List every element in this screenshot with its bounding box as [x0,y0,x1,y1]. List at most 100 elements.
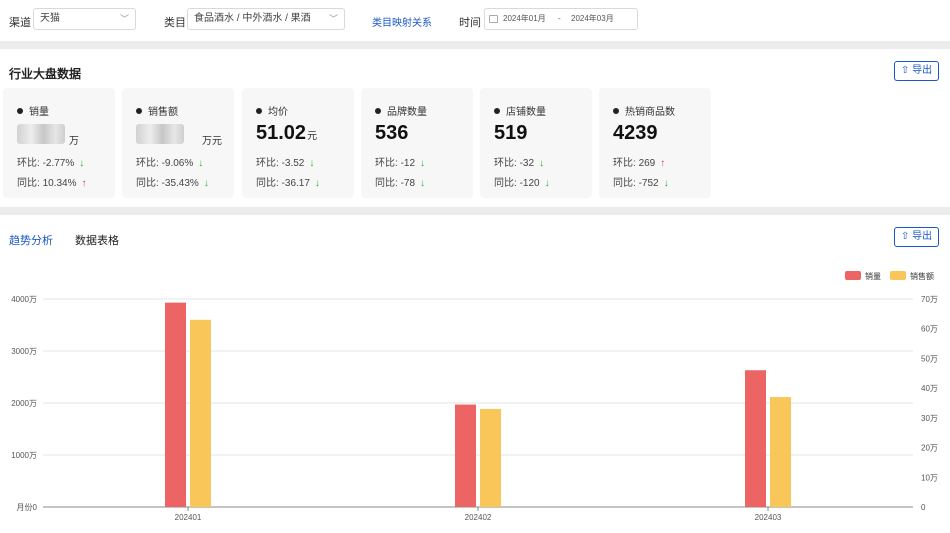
y-right-tick-label: 30万 [921,414,938,423]
category-select-value: 食品酒水 / 中外酒水 / 果酒 [194,13,311,24]
filter-bar: 渠道 天猫 ﹀ 类目 食品酒水 / 中外酒水 / 果酒 ﹀ 类目映射关系 时间 … [0,0,950,40]
metric-title: 店铺数量 [494,103,546,118]
channel-label: 渠道 [9,17,31,29]
bullet-icon [136,108,142,114]
yoy-change: 同比: -78 ↓ [375,178,426,189]
metric-card: 销量万环比: -2.77% ↓ 同比: 10.34% ↑ [3,88,115,198]
y-right-tick-label: 60万 [921,325,938,334]
bar-sales-amount [770,397,791,507]
metric-value: 536 [375,122,409,144]
yoy-change: 同比: -36.17 ↓ [256,178,320,189]
arrow-down-icon: ↓ [79,158,85,169]
date-start[interactable]: 2024年01月 [503,9,546,29]
y-right-tick-label: 0 [921,503,926,512]
metric-value: 51.02元 [256,122,318,144]
arrow-up-icon: ↑ [660,158,666,169]
trend-export-button[interactable]: ⇧ 导出 [894,227,939,247]
y-left-tick-label: 3000万 [11,347,37,356]
mom-change: 环比: -12 ↓ [375,158,426,169]
export-icon: ⇧ [900,65,910,76]
legend-swatch [845,271,861,280]
bar-sales-volume [165,302,186,507]
y-right-tick-label: 10万 [921,473,938,482]
metric-value: 519 [494,122,528,144]
mom-change: 环比: -3.52 ↓ [256,158,315,169]
metric-title: 销售额 [136,103,178,118]
arrow-up-icon: ↑ [81,178,87,189]
metric-card: 均价 51.02元环比: -3.52 ↓ 同比: -36.17 ↓ [242,88,354,198]
metric-unit: 万元 [202,136,222,147]
yoy-change: 同比: -752 ↓ [613,178,669,189]
bullet-icon [613,108,619,114]
bar-sales-amount [480,408,501,507]
y-left-tick-label: 1000万 [11,451,37,460]
section-divider [0,41,950,49]
time-label: 时间 [459,17,481,29]
calendar-icon [489,15,498,23]
channel-select[interactable]: 天猫 ﹀ [33,8,136,30]
metric-card: 店铺数量 519 环比: -32 ↓ 同比: -120 ↓ [480,88,592,198]
arrow-down-icon: ↓ [544,178,550,189]
metric-card: 品牌数量 536 环比: -12 ↓ 同比: -78 ↓ [361,88,473,198]
metric-title: 品牌数量 [375,103,427,118]
y-right-tick-label: 70万 [921,295,938,304]
x-tick-label: 202401 [175,513,202,522]
section-divider [0,207,950,215]
category-select[interactable]: 食品酒水 / 中外酒水 / 果酒 ﹀ [187,8,345,30]
mom-change: 环比: -32 ↓ [494,158,545,169]
metric-unit: 万 [69,136,79,147]
date-separator: - [558,14,561,23]
date-range-picker[interactable]: 2024年01月 - 2024年03月 [484,8,638,30]
chevron-down-icon: ﹀ [119,14,129,24]
bullet-icon [256,108,262,114]
export-icon: ⇧ [900,231,910,242]
arrow-down-icon: ↓ [198,158,204,169]
blurred-value [136,124,184,144]
metric-title: 销量 [17,103,49,118]
bar-sales-amount [190,319,211,507]
mom-change: 环比: -2.77% ↓ [17,158,85,169]
category-mapping-link[interactable]: 类目映射关系 [372,14,432,29]
y-left-tick-label: 月份0 [17,502,38,512]
bullet-icon [494,108,500,114]
mom-change: 环比: -9.06% ↓ [136,158,204,169]
blurred-value [17,124,65,144]
tab-trend-analysis[interactable]: 趋势分析 [9,232,53,248]
category-label: 类目 [164,17,186,29]
trend-chart: 月份0 1000万 2000万 3000万 4000万 0 10万 20万 30万 40万 50万 6… [11,295,938,522]
yoy-change: 同比: -35.43% ↓ [136,178,209,189]
arrow-down-icon: ↓ [203,178,209,189]
legend-item-sales-volume[interactable]: 销量 [845,271,881,282]
metric-title: 热销商品数 [613,103,675,118]
legend-item-sales-amount[interactable]: 销售额 [890,271,934,282]
arrow-down-icon: ↓ [539,158,545,169]
y-right-tick-label: 50万 [921,354,938,363]
channel-select-value: 天猫 [40,13,60,24]
metric-title: 均价 [256,103,288,118]
arrow-down-icon: ↓ [314,178,320,189]
yoy-change: 同比: 10.34% ↑ [17,178,87,189]
arrow-down-icon: ↓ [309,158,315,169]
metric-card: 销售额万元环比: -9.06% ↓ 同比: -35.43% ↓ [122,88,234,198]
bullet-icon [375,108,381,114]
metric-value: 4239 [613,122,658,144]
bar-sales-volume [455,404,476,507]
arrow-down-icon: ↓ [420,158,426,169]
x-tick-label: 202402 [465,513,492,522]
x-tick-label: 202403 [755,513,782,522]
metric-card: 热销商品数 4239 环比: 269 ↑ 同比: -752 ↓ [599,88,711,198]
bar-sales-volume [745,370,766,507]
date-end[interactable]: 2024年03月 [571,9,614,29]
y-right-tick-label: 40万 [921,384,938,393]
y-left-tick-label: 4000万 [11,295,37,304]
yoy-change: 同比: -120 ↓ [494,178,550,189]
overview-export-button[interactable]: ⇧ 导出 [894,61,939,81]
chevron-down-icon: ﹀ [328,14,338,24]
arrow-down-icon: ↓ [663,178,669,189]
bullet-icon [17,108,23,114]
overview-title: 行业大盘数据 [9,67,82,81]
y-right-tick-label: 20万 [921,444,938,453]
legend-swatch [890,271,906,280]
tab-data-table[interactable]: 数据表格 [75,232,119,248]
arrow-down-icon: ↓ [420,178,426,189]
